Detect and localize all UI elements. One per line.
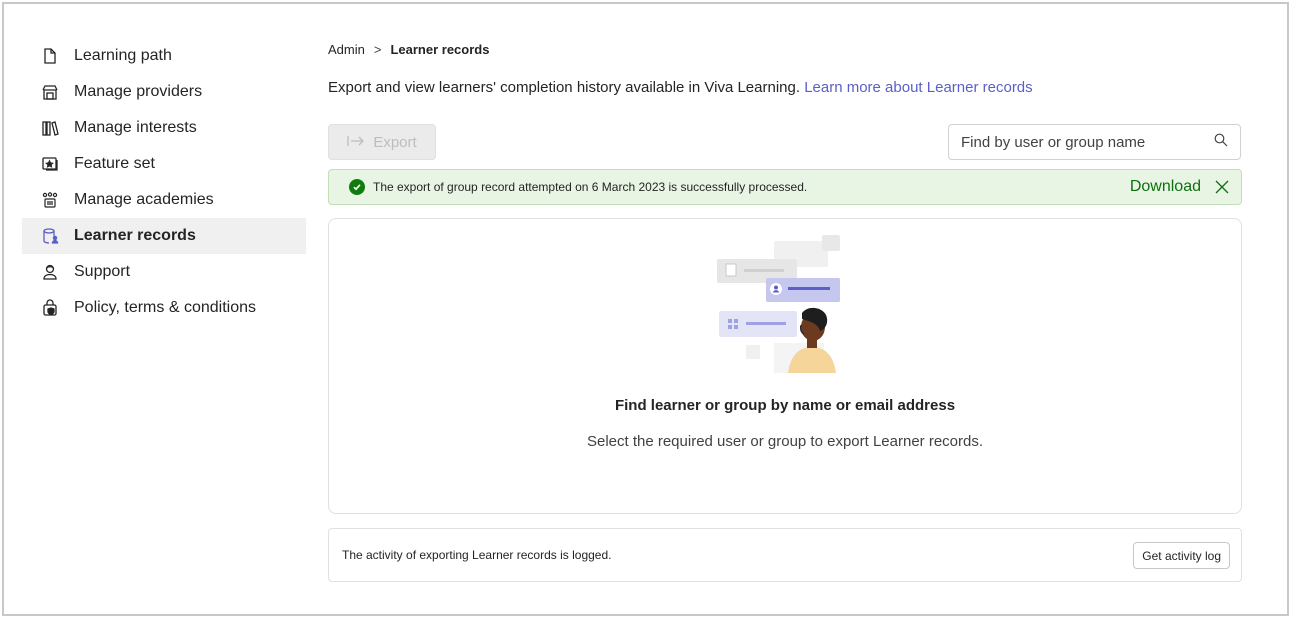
activity-log-message: The activity of exporting Learner record…	[342, 548, 612, 562]
empty-state-card: Find learner or group by name or email a…	[328, 218, 1242, 514]
sidebar-item-label: Manage providers	[74, 83, 203, 100]
sidebar-item-learner-records[interactable]: Learner records	[22, 218, 306, 254]
activity-log-bar: The activity of exporting Learner record…	[328, 528, 1242, 582]
sidebar-item-label: Manage academies	[74, 191, 214, 208]
sidebar-item-label: Learner records	[74, 227, 196, 244]
document-icon	[40, 46, 60, 66]
chevron-right-icon: >	[373, 42, 382, 57]
sidebar-item-manage-providers[interactable]: Manage providers	[22, 74, 306, 110]
empty-state-illustration	[717, 235, 840, 373]
sidebar-item-label: Manage interests	[74, 119, 197, 136]
description-text: Export and view learners' completion his…	[328, 79, 801, 96]
lock-shield-icon	[40, 298, 60, 318]
sidebar-item-policy[interactable]: Policy, terms & conditions	[22, 290, 306, 326]
sidebar-item-support[interactable]: Support	[22, 254, 306, 290]
get-activity-log-button[interactable]: Get activity log	[1133, 542, 1230, 569]
empty-state-subtitle: Select the required user or group to exp…	[586, 433, 984, 450]
sidebar-item-manage-interests[interactable]: Manage interests	[22, 110, 306, 146]
empty-state-title: Find learner or group by name or email a…	[614, 397, 956, 414]
search-icon[interactable]	[1214, 133, 1228, 151]
download-link[interactable]: Download	[1130, 178, 1201, 196]
search-input[interactable]	[961, 133, 1214, 151]
breadcrumb: Admin > Learner records	[328, 42, 489, 57]
people-community-icon	[40, 190, 60, 210]
search-box[interactable]	[948, 124, 1241, 160]
sidebar-item-label: Learning path	[74, 47, 172, 64]
building-shop-icon	[40, 82, 60, 102]
learn-more-link[interactable]: Learn more about Learner records	[804, 79, 1032, 96]
sidebar-item-label: Support	[74, 263, 131, 280]
export-button[interactable]: Export	[328, 124, 436, 160]
breadcrumb-admin[interactable]: Admin	[328, 42, 365, 57]
breadcrumb-current: Learner records	[390, 42, 490, 57]
database-person-icon	[40, 226, 60, 246]
close-icon[interactable]	[1213, 178, 1231, 196]
arrow-export-icon	[347, 134, 365, 151]
slide-star-icon	[40, 154, 60, 174]
page-description: Export and view learners' completion his…	[328, 79, 1033, 96]
sidebar-item-learning-path[interactable]: Learning path	[22, 38, 306, 74]
library-icon	[40, 118, 60, 138]
sidebar-nav: Learning path Manage providers Manage in…	[22, 38, 306, 326]
sidebar-item-manage-academies[interactable]: Manage academies	[22, 182, 306, 218]
person-support-icon	[40, 262, 60, 282]
export-label: Export	[373, 133, 417, 151]
sidebar-item-feature-set[interactable]: Feature set	[22, 146, 306, 182]
checkmark-circle-icon	[349, 179, 365, 195]
app-window: Learning path Manage providers Manage in…	[2, 2, 1289, 616]
success-notification: The export of group record attempted on …	[328, 169, 1242, 205]
sidebar-item-label: Feature set	[74, 155, 155, 172]
sidebar-item-label: Policy, terms & conditions	[74, 299, 256, 316]
notification-message: The export of group record attempted on …	[373, 180, 808, 194]
